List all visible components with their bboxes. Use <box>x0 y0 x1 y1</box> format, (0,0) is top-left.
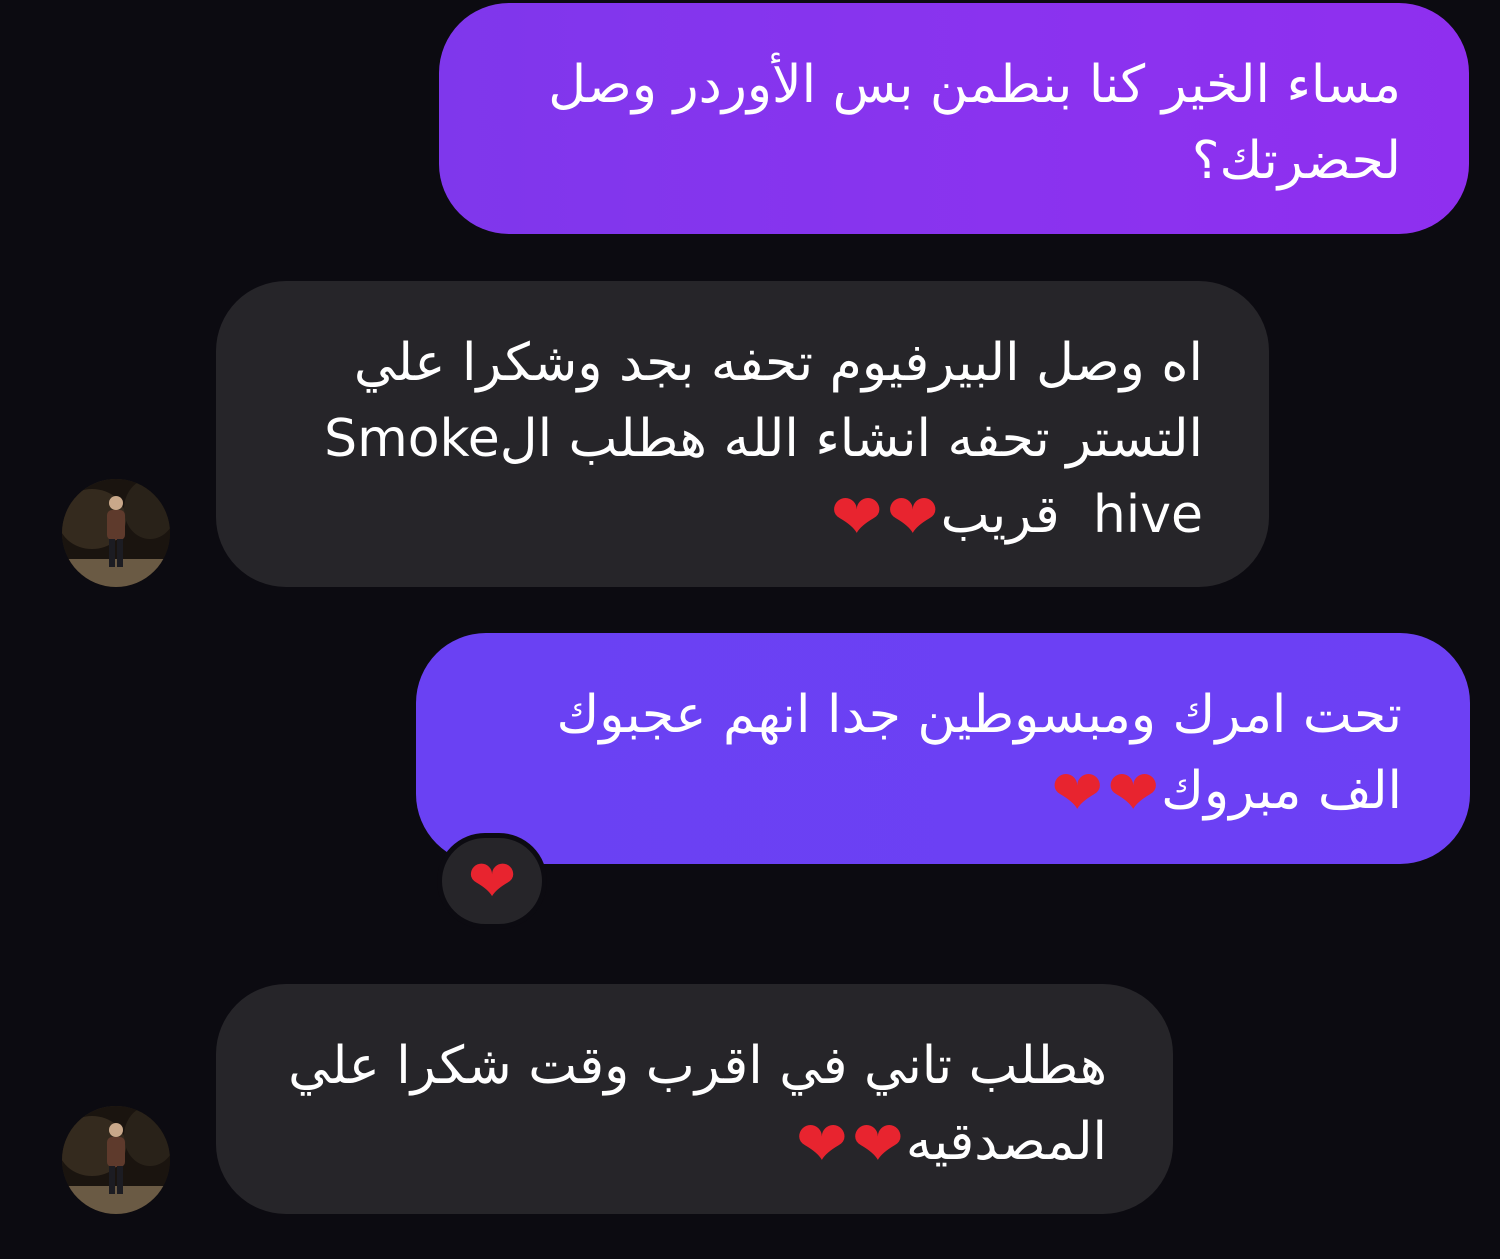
heart-reaction-badge[interactable]: ❤ <box>437 833 547 929</box>
red-heart-emoji: ❤ <box>1051 756 1104 829</box>
message-text-line: hive قريب❤❤ <box>256 477 1203 553</box>
message-text-line: الف مبروك❤❤ <box>456 753 1402 829</box>
red-heart-emoji: ❤ <box>1107 756 1160 829</box>
incoming-message-bubble[interactable]: هطلب تاني في اقرب وقت شكرا علي المصدقيه❤… <box>216 984 1173 1214</box>
red-heart-emoji: ❤ <box>851 1107 904 1180</box>
message-text-line: اه وصل البيرفيوم تحفه بجد وشكرا علي <box>353 333 1203 393</box>
contact-avatar[interactable] <box>62 479 170 587</box>
red-heart-icon: ❤ <box>467 847 517 915</box>
red-heart-emoji: ❤ <box>830 480 883 553</box>
red-heart-emoji: ❤ <box>886 480 939 553</box>
message-text-line: تحت امرك ومبسوطين جدا انهم عجبوك <box>556 685 1402 745</box>
incoming-message-bubble[interactable]: اه وصل البيرفيوم تحفه بجد وشكرا علي التس… <box>216 281 1269 587</box>
message-text-line: هطلب تاني في اقرب وقت شكرا علي <box>288 1036 1107 1096</box>
chat-thread: مساء الخير كنا بنطمن بس الأوردر وصل لحضر… <box>0 0 1500 1259</box>
contact-avatar[interactable] <box>62 1106 170 1214</box>
message-text-fragment: المصدقيه <box>905 1112 1107 1172</box>
contact-avatar-photo-icon <box>62 479 170 587</box>
message-text-fragment: hive <box>1092 485 1203 545</box>
message-text-fragment: الف مبروك <box>1161 761 1402 821</box>
message-text-line: المصدقيه❤❤ <box>256 1104 1107 1180</box>
outgoing-message-bubble[interactable]: مساء الخير كنا بنطمن بس الأوردر وصل لحضر… <box>439 3 1469 234</box>
red-heart-emoji: ❤ <box>795 1107 848 1180</box>
contact-avatar-photo-icon <box>62 1106 170 1214</box>
message-text-line: التستر تحفه انشاء الله هطلب الSmoke <box>324 409 1203 469</box>
message-text-line: لحضرتك؟ <box>1191 131 1401 191</box>
outgoing-message-bubble[interactable]: تحت امرك ومبسوطين جدا انهم عجبوك الف مبر… <box>416 633 1470 864</box>
message-text-line: مساء الخير كنا بنطمن بس الأوردر وصل <box>548 55 1401 115</box>
message-text-fragment: قريب <box>940 485 1060 545</box>
